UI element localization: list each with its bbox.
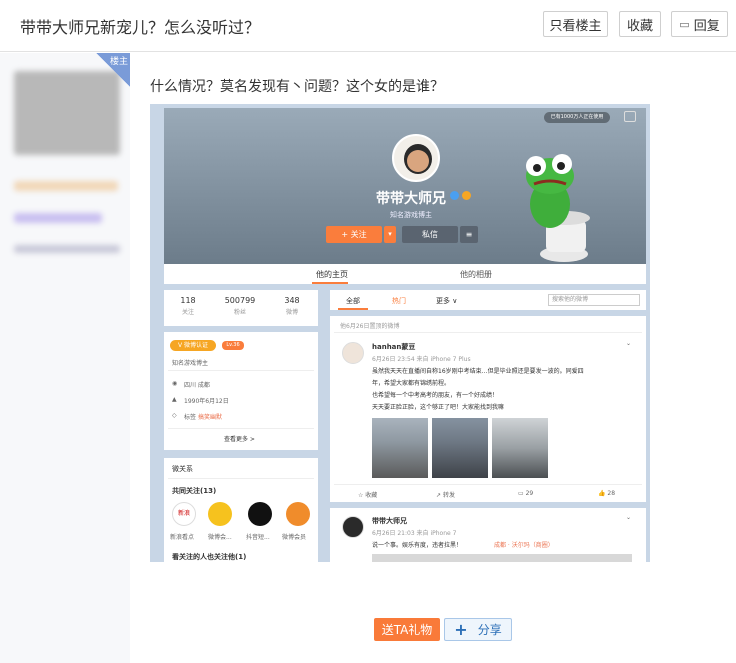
common-follow-title[interactable]: 共同关注(13) bbox=[172, 486, 216, 496]
info-birthday: 1990年6月12日 bbox=[184, 398, 229, 405]
tag-icon: ◇ bbox=[172, 412, 177, 419]
profile-subtitle: 知名游戏博主 bbox=[390, 211, 432, 219]
favorite-button[interactable]: 收藏 bbox=[619, 11, 661, 37]
post1-line: 天天要正脸正脸，这个够正了吧！大家能找到我嘛 bbox=[372, 404, 505, 411]
info-tags[interactable]: 搞笑幽默 bbox=[198, 412, 222, 421]
info-panel: V 微博认证 Lv.36 知名游戏博主 ◉ 四川 成都 ▲ 1990年6月12日… bbox=[164, 332, 318, 450]
post1-photo[interactable] bbox=[492, 418, 548, 478]
post2-user[interactable]: 带带大师兄 bbox=[372, 516, 407, 526]
post1-photo[interactable] bbox=[372, 418, 428, 478]
account-name: 新浪看点 bbox=[170, 534, 195, 541]
post2-text: 说一个事。娱乐有度，违者拉黑！ bbox=[372, 542, 463, 549]
account-name: 微博会员 bbox=[282, 534, 307, 541]
skin-icon[interactable] bbox=[624, 111, 636, 122]
verified-icon bbox=[450, 191, 459, 200]
profile-tabs: 他的主页 他的相册 bbox=[164, 264, 646, 284]
post1-comment[interactable]: ▭ 29 bbox=[518, 490, 533, 497]
account-avatar-vip[interactable] bbox=[286, 502, 310, 526]
plus-icon: + bbox=[454, 620, 468, 639]
thread-title: 带带大师兄新宠儿？怎么没听过？ bbox=[20, 18, 261, 37]
author-sidebar bbox=[0, 53, 130, 663]
account-name: 微博会... bbox=[208, 534, 232, 541]
feed-tab-all[interactable]: 全部 bbox=[346, 296, 360, 306]
author-level bbox=[14, 213, 102, 223]
post2-media bbox=[372, 554, 632, 562]
post1-time: 6月26日 23:54 来自 iPhone 7 Plus bbox=[372, 356, 471, 363]
active-tab-indicator bbox=[312, 282, 348, 284]
chevron-down-icon[interactable]: ⌄ bbox=[626, 514, 631, 521]
chevron-down-icon[interactable]: ⌄ bbox=[626, 340, 631, 347]
follow-dropdown[interactable]: ▾ bbox=[384, 226, 396, 243]
share-button[interactable]: + 分享 bbox=[444, 618, 512, 641]
post1-fav[interactable]: ☆ 收藏 bbox=[358, 490, 377, 499]
send-gift-button[interactable]: 送TA礼物 bbox=[374, 618, 440, 641]
frog-figure-image bbox=[526, 154, 590, 262]
feed-post-1: 他6月26日置顶的微博 hanhan蒙豆 6月26日 23:54 来自 iPho… bbox=[330, 316, 646, 502]
feed-search-input[interactable]: 搜索他的微博 bbox=[548, 294, 640, 306]
feed-tab-more[interactable]: 更多 ∨ bbox=[436, 296, 457, 306]
stat-following[interactable]: 118 关注 bbox=[168, 296, 208, 316]
message-button[interactable]: 私信 bbox=[402, 226, 458, 243]
share-button-label: 分享 bbox=[477, 623, 502, 637]
account-name: 抖音短... bbox=[246, 534, 270, 541]
tab-album[interactable]: 他的相册 bbox=[460, 269, 492, 280]
thread-header: 带带大师兄新宠儿？怎么没听过？ 只看楼主 收藏 ▭ 回复 bbox=[0, 0, 736, 52]
level-badge: Lv.36 bbox=[222, 341, 244, 350]
stat-weibo[interactable]: 348 微博 bbox=[272, 296, 312, 316]
post1-line: 也希望每一个中考高考的朋友，有一个好成绩！ bbox=[372, 392, 499, 399]
more-menu-button[interactable]: ≡ bbox=[460, 226, 478, 243]
relations-title: 微关系 bbox=[172, 465, 193, 473]
feed-tab-hot[interactable]: 热门 bbox=[392, 296, 406, 306]
info-tags-label: 标签 bbox=[184, 414, 197, 421]
account-avatar-sina[interactable]: 新浪 bbox=[172, 502, 196, 526]
account-avatar-weibo[interactable] bbox=[208, 502, 232, 526]
verify-badge: V 微博认证 bbox=[170, 340, 216, 351]
feed-tab-indicator bbox=[338, 308, 368, 310]
post1-line: 虽然我天天在直播间自称16岁刚中考结束…但是毕业照还是要发一波的。同爱四 bbox=[372, 368, 584, 375]
stat-followers[interactable]: 500799 粉丝 bbox=[220, 296, 260, 316]
feed-post-2: 带带大师兄 6月26日 21:03 来自 iPhone 7 ⌄ 说一个事。娱乐有… bbox=[330, 508, 646, 562]
profile-avatar[interactable] bbox=[392, 134, 440, 182]
follow-button[interactable]: + 关注 bbox=[326, 226, 382, 243]
post-text: 什么情况？莫名发现有丶问题？这个女的是谁？ bbox=[150, 79, 444, 95]
op-corner-badge: 楼主 bbox=[96, 53, 130, 87]
post1-like[interactable]: 👍 28 bbox=[598, 490, 615, 497]
info-location: 四川 成都 bbox=[184, 382, 210, 389]
view-more-link[interactable]: 查看更多 > bbox=[224, 434, 255, 443]
post2-avatar[interactable] bbox=[342, 516, 364, 538]
post2-time: 6月26日 21:03 来自 iPhone 7 bbox=[372, 530, 457, 537]
post1-avatar[interactable] bbox=[342, 342, 364, 364]
relations-panel: 微关系 共同关注(13) 新浪 新浪看点 微博会... 抖音短... 微博会员 … bbox=[164, 458, 318, 562]
pinned-label: 他6月26日置顶的微博 bbox=[340, 323, 400, 330]
post1-forward[interactable]: ↗ 转发 bbox=[436, 490, 455, 499]
also-follow-title[interactable]: 看关注的人也关注他(1) bbox=[172, 552, 246, 562]
post1-line: 年，希望大家都有锦绣前程。 bbox=[372, 380, 451, 387]
post2-location[interactable]: 成都 · 沃尔玛（商圈） bbox=[494, 540, 554, 549]
post1-user[interactable]: hanhan蒙豆 bbox=[372, 342, 415, 352]
cover-notice: 已有1000万人正在使用 bbox=[544, 112, 610, 123]
birthday-icon: ▲ bbox=[172, 396, 177, 403]
only-op-button[interactable]: 只看楼主 bbox=[543, 11, 608, 37]
profile-name: 带带大师兄 bbox=[376, 191, 446, 207]
reply-button-label: 回复 bbox=[693, 18, 720, 34]
stats-panel: 118 关注 500799 粉丝 348 微博 bbox=[164, 290, 318, 326]
comment-icon: ▭ bbox=[679, 17, 690, 31]
account-avatar-douyin[interactable] bbox=[248, 502, 272, 526]
vip-icon bbox=[462, 191, 471, 200]
location-icon: ◉ bbox=[172, 380, 178, 387]
tab-home[interactable]: 他的主页 bbox=[316, 269, 348, 280]
post1-photo[interactable] bbox=[432, 418, 488, 478]
post-image[interactable]: 已有1000万人正在使用 带带大师兄 知名游戏博主 + 关注 ▾ 私信 ≡ 他的… bbox=[150, 104, 650, 562]
feed-tabs: 全部 热门 更多 ∨ 搜索他的微博 bbox=[330, 290, 646, 310]
author-name[interactable] bbox=[14, 181, 118, 191]
reply-button[interactable]: ▭ 回复 bbox=[671, 11, 728, 37]
profile-cover: 已有1000万人正在使用 带带大师兄 知名游戏博主 + 关注 ▾ 私信 ≡ bbox=[164, 108, 646, 264]
author-meta bbox=[14, 245, 120, 253]
info-desc: 知名游戏博主 bbox=[172, 360, 209, 367]
